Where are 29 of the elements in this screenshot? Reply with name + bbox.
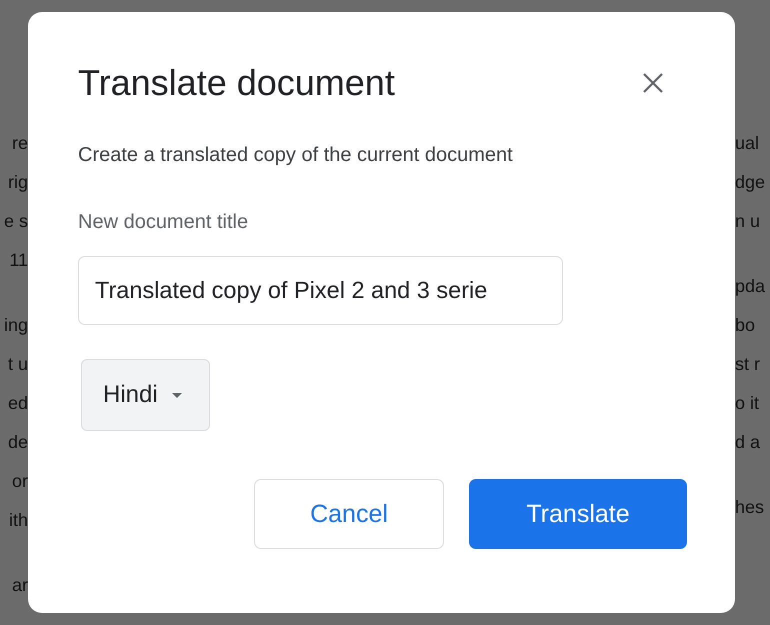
document-text: st r [735, 353, 760, 376]
close-icon[interactable] [641, 71, 665, 95]
document-text: de [8, 431, 28, 454]
document-text: hes [735, 496, 764, 519]
document-text: d a [735, 431, 760, 454]
document-text: or [12, 470, 28, 493]
caret-icon [172, 392, 182, 398]
document-text: e s [4, 210, 28, 233]
document-text: pda [735, 275, 766, 298]
document-text: ar [12, 574, 28, 597]
document-text: re [12, 132, 28, 155]
document-text: rig [8, 171, 28, 194]
document-text: ing [4, 314, 28, 337]
document-text: ith [8, 509, 28, 532]
document-text: ed [8, 392, 28, 415]
language-dropdown[interactable]: Hindi [81, 359, 210, 431]
document-text: dge [735, 171, 766, 194]
dialog-description: Create a translated copy of the current document [78, 144, 513, 167]
document-text: 11 [9, 249, 28, 272]
dialog-title: Translate document [78, 62, 395, 104]
document-text: bo [735, 314, 756, 337]
document-text: n u [735, 210, 760, 233]
document-text: o it [735, 392, 760, 415]
cancel-button[interactable]: Cancel [254, 479, 444, 549]
document-text: ual [735, 132, 760, 155]
field-label: New document title [78, 211, 248, 234]
translate-button[interactable]: Translate [469, 479, 687, 549]
title-input-field[interactable]: Translated copy of Pixel 2 and 3 serie [78, 256, 563, 325]
document-text: t u [8, 353, 28, 376]
